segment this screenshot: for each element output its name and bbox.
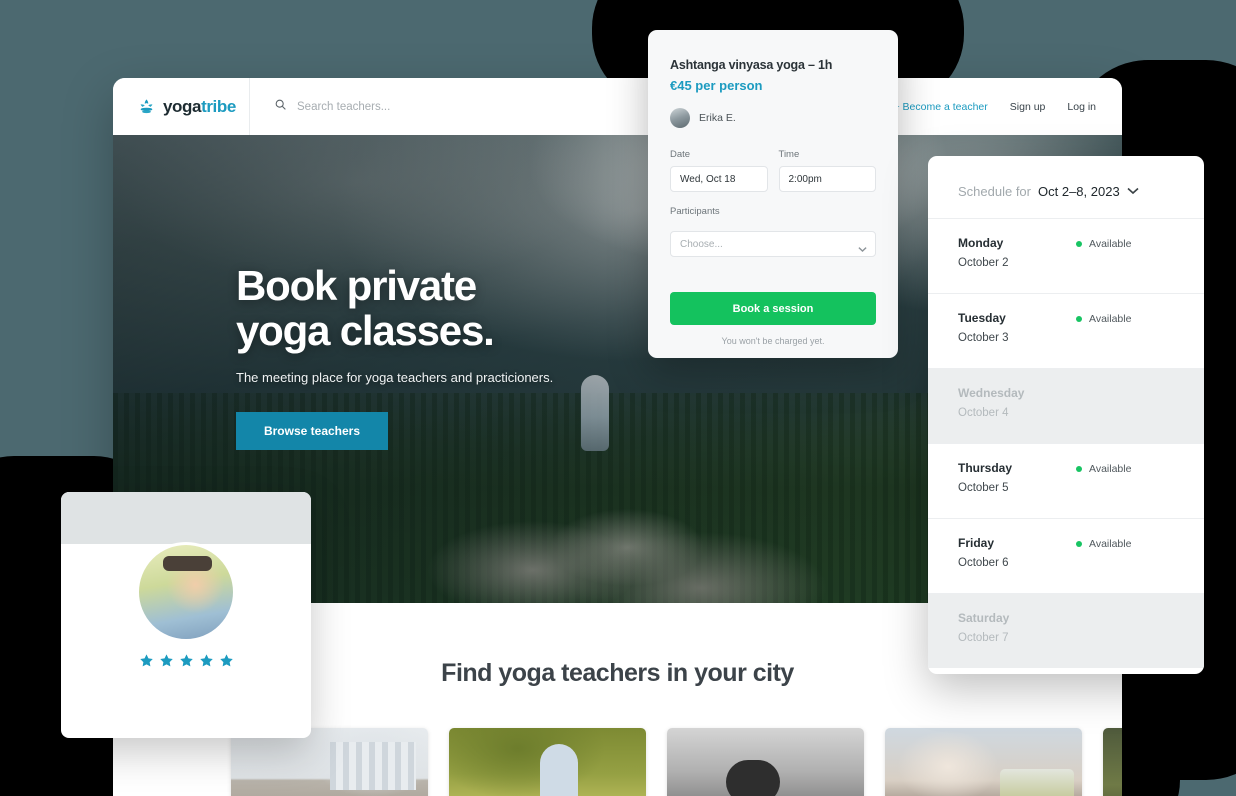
status-dot-icon (1076, 316, 1082, 322)
schedule-row[interactable]: Friday October 6 Available (928, 518, 1204, 593)
schedule-row-date: October 5 (958, 482, 1009, 494)
chevron-down-icon (858, 240, 867, 258)
status-dot-icon (1076, 466, 1082, 472)
booking-datetime-row: Date Time (670, 149, 876, 192)
participants-select[interactable]: Choose... (670, 231, 876, 257)
status-badge: Available (1076, 313, 1131, 325)
logo-text-primary: yoga (163, 96, 202, 116)
nav-sign-up[interactable]: Sign up (1010, 101, 1046, 113)
teacher-card[interactable] (449, 728, 646, 796)
date-input[interactable] (670, 166, 768, 192)
header-nav: + Become a teacher Sign up Log in (894, 101, 1123, 113)
schedule-card: Schedule for Oct 2–8, 2023 Monday Octobe… (928, 156, 1204, 674)
hero-subtitle: The meeting place for yoga teachers and … (236, 369, 554, 385)
booking-class-title: Ashtanga vinyasa yoga – 1h (670, 58, 833, 72)
profile-cover (61, 492, 311, 544)
status-text: Available (1089, 313, 1132, 325)
status-text: Available (1089, 238, 1132, 250)
booking-price: €45 per person (670, 78, 763, 93)
status-dot-icon (1076, 541, 1082, 547)
participants-select-wrap: Choose... (670, 231, 876, 257)
status-badge: Available (1076, 463, 1131, 475)
hero-title-line-2: yoga classes. (236, 307, 495, 355)
booking-charge-note: You won't be charged yet. (721, 336, 825, 346)
time-input[interactable] (778, 166, 876, 192)
schedule-header[interactable]: Schedule for Oct 2–8, 2023 (928, 156, 1204, 218)
chevron-down-icon[interactable] (1127, 182, 1139, 200)
schedule-row[interactable]: Thursday October 5 Available (928, 443, 1204, 518)
status-text: Available (1089, 463, 1132, 475)
booking-teacher: Erika E. (670, 108, 876, 128)
logo-text: yogatribe (163, 97, 236, 117)
teacher-card[interactable] (1103, 728, 1122, 796)
booking-date-field: Date (670, 149, 768, 192)
star-icon (159, 653, 174, 668)
time-label: Time (778, 149, 800, 160)
star-icon (179, 653, 194, 668)
schedule-row-date: October 7 (958, 632, 1009, 644)
date-label: Date (670, 149, 691, 160)
participants-select-value: Choose... (680, 238, 723, 250)
teacher-card[interactable] (231, 728, 428, 796)
teacher-profile-card (61, 492, 311, 738)
site-header: yogatribe + Become a teacher Sign up Log… (113, 78, 1122, 135)
schedule-row-date: October 6 (958, 557, 1009, 569)
search-input[interactable] (297, 100, 557, 113)
search-icon (274, 98, 287, 116)
schedule-row[interactable]: Monday October 2 Available (928, 218, 1204, 293)
hero-title-line-1: Book private (236, 262, 477, 309)
avatar (670, 108, 690, 128)
hero-content: Book private yoga classes. The meeting p… (236, 263, 553, 450)
participants-label: Participants (670, 206, 720, 217)
status-dot-icon (1076, 241, 1082, 247)
schedule-date-range: Oct 2–8, 2023 (1038, 183, 1120, 199)
status-badge: Available (1076, 538, 1131, 550)
star-icon (139, 653, 154, 668)
booking-card: Ashtanga vinyasa yoga – 1h €45 per perso… (648, 30, 898, 358)
hero-title: Book private yoga classes. (236, 263, 553, 354)
teacher-card[interactable] (667, 728, 864, 796)
avatar (136, 542, 236, 642)
schedule-row-date: October 3 (958, 332, 1009, 344)
logo[interactable]: yogatribe (113, 97, 243, 117)
schedule-header-label: Schedule for (958, 183, 1031, 199)
schedule-row-day: Saturday (958, 611, 1010, 625)
browse-teachers-button[interactable]: Browse teachers (236, 411, 388, 450)
status-text: Available (1089, 538, 1132, 550)
booking-time-field: Time (778, 149, 876, 192)
teacher-card[interactable] (885, 728, 1082, 796)
schedule-row-date: October 4 (958, 407, 1009, 419)
star-icon (219, 653, 234, 668)
nav-log-in[interactable]: Log in (1067, 101, 1096, 113)
schedule-row: Wednesday October 4 (928, 368, 1204, 443)
schedule-row[interactable]: Tuesday October 3 Available (928, 293, 1204, 368)
booking-teacher-name: Erika E. (699, 112, 736, 124)
booking-participants-field: Participants Choose... (670, 206, 876, 257)
schedule-row: Saturday October 7 (928, 593, 1204, 668)
rating-stars (61, 653, 311, 668)
schedule-row-date: October 2 (958, 257, 1009, 269)
status-badge: Available (1076, 238, 1131, 250)
lotus-icon (137, 97, 156, 116)
nav-become-a-teacher[interactable]: + Become a teacher (894, 101, 988, 113)
logo-text-secondary: tribe (201, 96, 236, 116)
schedule-row-day: Wednesday (958, 386, 1025, 400)
book-a-session-button[interactable]: Book a session (670, 292, 876, 325)
page-root: yogatribe + Become a teacher Sign up Log… (0, 0, 1236, 796)
star-icon (199, 653, 214, 668)
